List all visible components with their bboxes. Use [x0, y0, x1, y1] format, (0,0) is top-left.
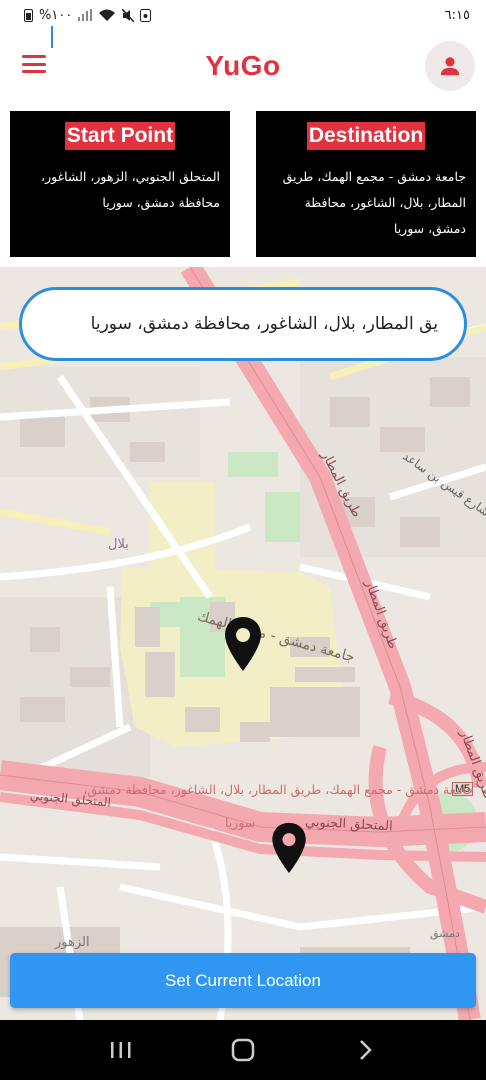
wifi-icon — [99, 9, 116, 21]
app-title: YuGo — [205, 50, 281, 81]
battery-icon — [24, 8, 33, 22]
app-bar: YuGo — [0, 30, 486, 102]
start-point-card[interactable]: Start Point المتحلق الجنوبي، الزهور، الش… — [10, 111, 230, 257]
hamburger-menu-icon[interactable] — [22, 55, 48, 77]
start-point-address: المتحلق الجنوبي، الزهور، الشاغور، محافظة… — [41, 169, 220, 210]
text-caret — [51, 26, 53, 48]
marker-info-label: جامعة دمشق - مجمع الهمك، طريق المطار، بل… — [83, 782, 474, 797]
destination-address: جامعة دمشق - مجمع الهمك، طريق المطار، بل… — [282, 169, 466, 236]
map-view[interactable]: طريق المطار طريق المطار طريق المطار شارع… — [0, 267, 486, 1020]
destination-label: Destination — [306, 122, 426, 150]
status-bar: %١٠٠ ٦:١٥ — [0, 0, 486, 30]
person-icon — [440, 57, 460, 76]
start-point-label: Start Point — [64, 122, 176, 150]
system-nav-bar — [0, 1020, 486, 1080]
photo-icon — [140, 8, 152, 22]
destination-card[interactable]: Destination جامعة دمشق - مجمع الهمك، طري… — [256, 111, 476, 257]
start-marker-icon[interactable] — [270, 822, 308, 874]
profile-button[interactable] — [425, 41, 475, 91]
search-input-text[interactable]: يق المطار، بلال، الشاغور، محافظة دمشق، س… — [22, 314, 464, 334]
map-label-bilal: بلال — [108, 537, 129, 552]
battery-percent: %١٠٠ — [39, 7, 73, 23]
signal-icon — [78, 9, 93, 21]
status-icons: %١٠٠ — [24, 7, 152, 23]
set-current-location-button[interactable]: Set Current Location — [10, 953, 476, 1008]
marker-info-label-country: سوريا — [225, 815, 256, 830]
map-label-damascus: دمشق — [430, 927, 460, 940]
destination-marker-icon[interactable] — [224, 616, 262, 672]
home-icon[interactable] — [223, 1030, 263, 1070]
recents-icon[interactable] — [101, 1030, 141, 1070]
back-icon[interactable] — [345, 1030, 385, 1070]
search-input[interactable]: يق المطار، بلال، الشاغور، محافظة دمشق، س… — [19, 287, 467, 361]
mute-icon — [122, 8, 135, 22]
map-label-zuhour: الزهور — [55, 935, 90, 950]
clock: ٦:١٥ — [444, 7, 470, 23]
